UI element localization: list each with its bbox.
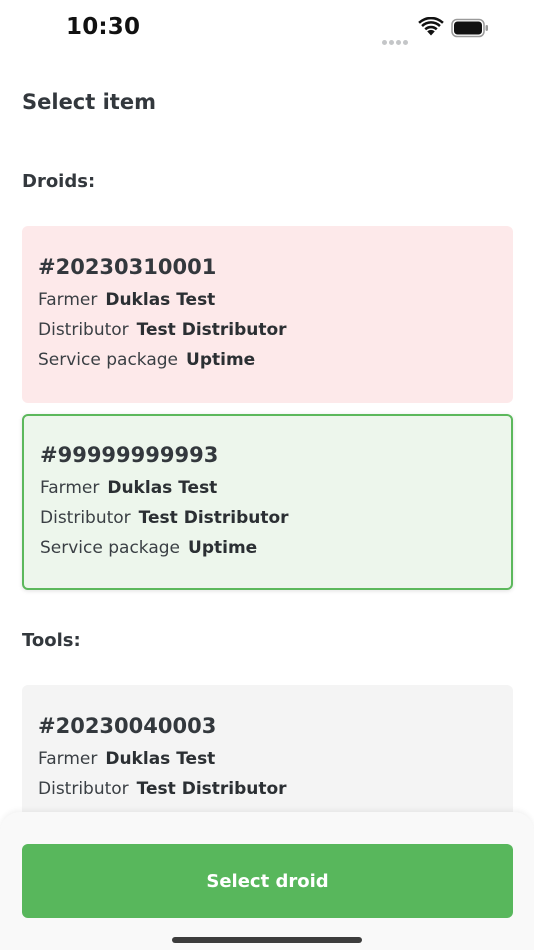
farmer-label: Farmer <box>40 478 100 498</box>
status-time: 10:30 <box>66 14 141 40</box>
distributor-row: Distributor Test Distributor <box>38 774 497 804</box>
distributor-row: Distributor Test Distributor <box>40 503 495 533</box>
droid-card[interactable]: #20230310001 Farmer Duklas Test Distribut… <box>22 226 513 403</box>
farmer-value: Duklas Test <box>105 749 216 769</box>
farmer-label: Farmer <box>38 749 98 769</box>
distributor-value: Test Distributor <box>136 320 287 340</box>
select-droid-button[interactable]: Select droid <box>22 844 513 918</box>
distributor-label: Distributor <box>38 779 129 799</box>
wifi-icon <box>418 17 444 36</box>
droid-id: #20230310001 <box>38 255 217 279</box>
farmer-value: Duklas Test <box>107 478 218 498</box>
farmer-row: Farmer Duklas Test <box>40 473 495 503</box>
farmer-row: Farmer Duklas Test <box>38 285 497 315</box>
distributor-row: Distributor Test Distributor <box>38 315 497 345</box>
farmer-label: Farmer <box>38 290 98 310</box>
service-package-row: Service package Uptime <box>38 345 497 375</box>
droid-card-selected[interactable]: #99999999993 Farmer Duklas Test Distribut… <box>22 414 513 590</box>
distributor-label: Distributor <box>38 320 129 340</box>
service-package-value: Uptime <box>188 538 258 558</box>
page-title: Select item <box>22 90 156 114</box>
home-indicator[interactable] <box>172 937 362 943</box>
tool-id: #20230040003 <box>38 714 217 738</box>
service-package-row: Service package Uptime <box>40 533 495 563</box>
service-package-value: Uptime <box>186 350 256 370</box>
signal-dots-icon <box>382 30 410 45</box>
status-bar: 10:30 <box>0 0 534 56</box>
farmer-value: Duklas Test <box>105 290 216 310</box>
droid-id: #99999999993 <box>40 443 219 467</box>
distributor-value: Test Distributor <box>138 508 289 528</box>
distributor-label: Distributor <box>40 508 131 528</box>
tools-section-label: Tools: <box>22 630 81 651</box>
service-package-label: Service package <box>40 538 181 558</box>
farmer-row: Farmer Duklas Test <box>38 744 497 774</box>
battery-icon <box>451 18 488 38</box>
distributor-value: Test Distributor <box>136 779 287 799</box>
service-package-label: Service package <box>38 350 179 370</box>
droids-section-label: Droids: <box>22 171 96 192</box>
